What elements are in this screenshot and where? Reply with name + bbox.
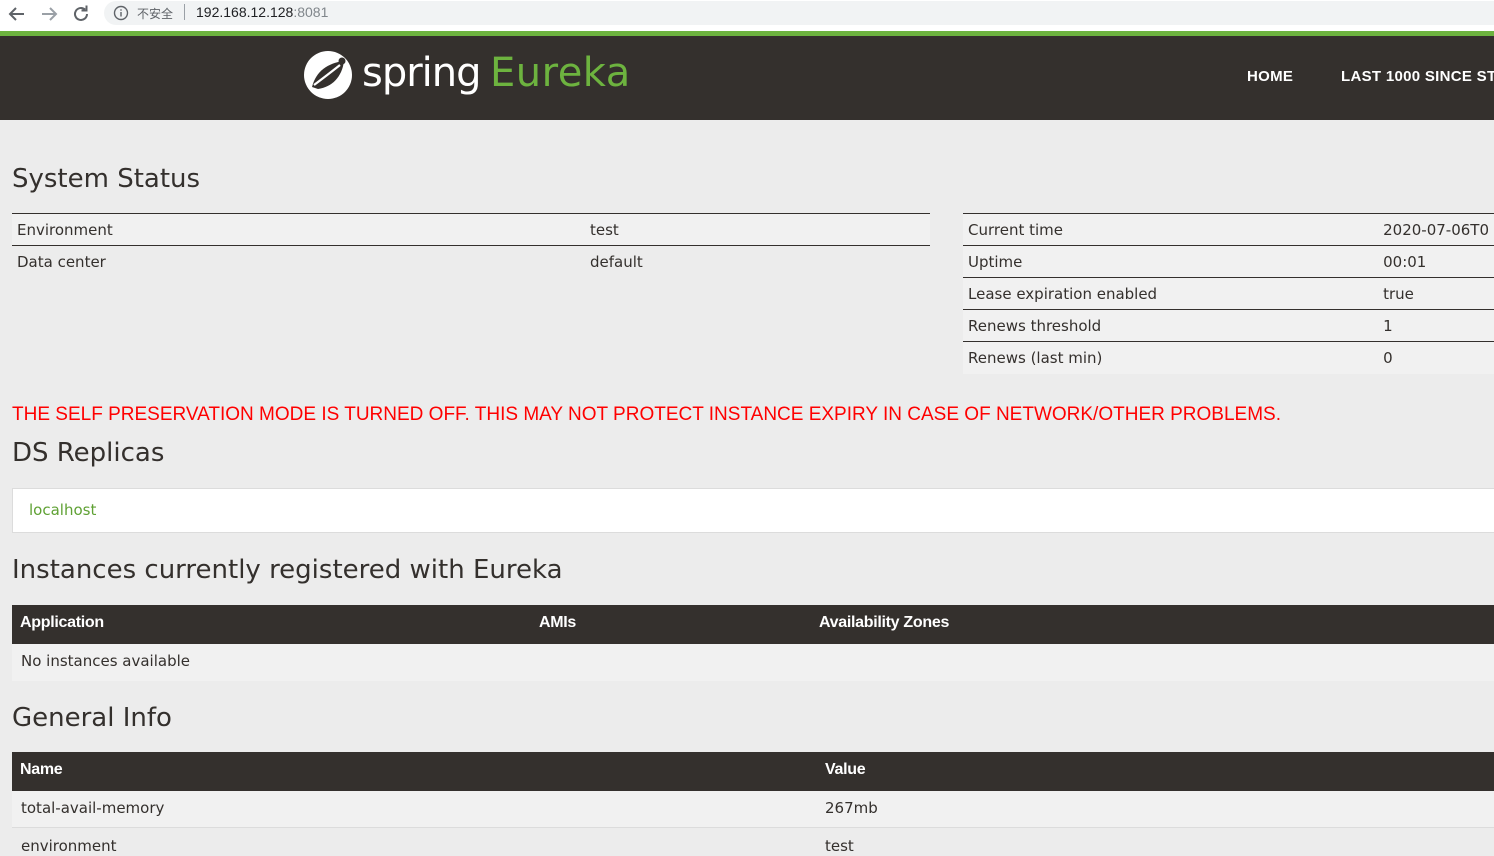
system-status-left-table: Environment test Data center default [12,213,930,278]
table-row: Renews threshold 1 [963,309,1494,342]
info-value: 267mb [825,799,878,817]
column-header-amis[interactable]: AMIs [539,614,576,632]
table-row: Lease expiration enabled true [963,277,1494,310]
forward-icon[interactable] [37,3,61,25]
info-value: test [825,837,854,855]
table-row: No instances available [12,644,1494,681]
table-row: Current time 2020-07-06T0 [963,213,1494,246]
site-header: spring Eureka HOME LAST 1000 SINCE ST [0,36,1494,120]
table-row: Renews (last min) 0 [963,341,1494,374]
status-value: true [1378,277,1494,310]
back-icon[interactable] [5,3,29,25]
ds-replicas-list: localhost [12,488,1494,533]
info-name: environment [21,837,117,855]
instances-title: Instances currently registered with Eure… [12,555,563,585]
table-row: Environment test [12,213,930,246]
table-row: Data center default [12,245,930,278]
column-header-value[interactable]: Value [825,761,866,779]
status-label: Environment [12,213,585,246]
spring-leaf-icon[interactable] [302,49,354,101]
no-instances-text: No instances available [21,652,190,670]
insecure-label: 不安全 [137,7,174,21]
logo-spring-text: spring [362,50,482,96]
logo-eureka-text: Eureka [490,50,631,96]
status-label: Lease expiration enabled [963,277,1379,310]
url-text[interactable]: 192.168.12.128:8081 [196,4,328,20]
status-value: 00:01 [1378,245,1494,278]
status-label: Renews (last min) [963,341,1379,374]
system-status-right-table: Current time 2020-07-06T0 Uptime 00:01 L… [963,213,1494,374]
column-header-availability-zones[interactable]: Availability Zones [819,614,949,632]
table-row: total-avail-memory 267mb [12,791,1494,828]
status-label: Current time [963,213,1379,246]
status-label: Renews threshold [963,309,1379,342]
general-info-title: General Info [12,703,172,733]
status-value: 2020-07-06T0 [1378,213,1494,246]
system-status-title: System Status [12,164,201,194]
status-value: default [585,245,930,278]
reload-icon[interactable] [69,3,93,25]
address-separator [184,4,185,20]
info-icon[interactable] [113,5,129,21]
nav-home[interactable]: HOME [1247,68,1293,85]
nav-last-1000[interactable]: LAST 1000 SINCE ST [1341,68,1494,85]
column-header-application[interactable]: Application [20,614,104,632]
browser-toolbar: 不安全 192.168.12.128:8081 [0,0,1494,31]
table-row: Uptime 00:01 [963,245,1494,278]
column-header-name[interactable]: Name [20,761,63,779]
status-label: Uptime [963,245,1379,278]
status-value: test [585,213,930,246]
replica-link-localhost[interactable]: localhost [29,501,96,519]
url-host: 192.168.12.128 [196,4,294,20]
table-row: environment test [12,829,1494,856]
self-preservation-warning: THE SELF PRESERVATION MODE IS TURNED OFF… [12,404,1281,425]
general-info-table-header: Name Value [12,752,1494,791]
url-port: :8081 [293,4,329,20]
status-label: Data center [12,245,585,278]
ds-replicas-title: DS Replicas [12,438,165,468]
instances-table-header: Application AMIs Availability Zones [12,605,1494,644]
status-value: 1 [1378,309,1494,342]
info-name: total-avail-memory [21,799,165,817]
status-value: 0 [1378,341,1494,374]
